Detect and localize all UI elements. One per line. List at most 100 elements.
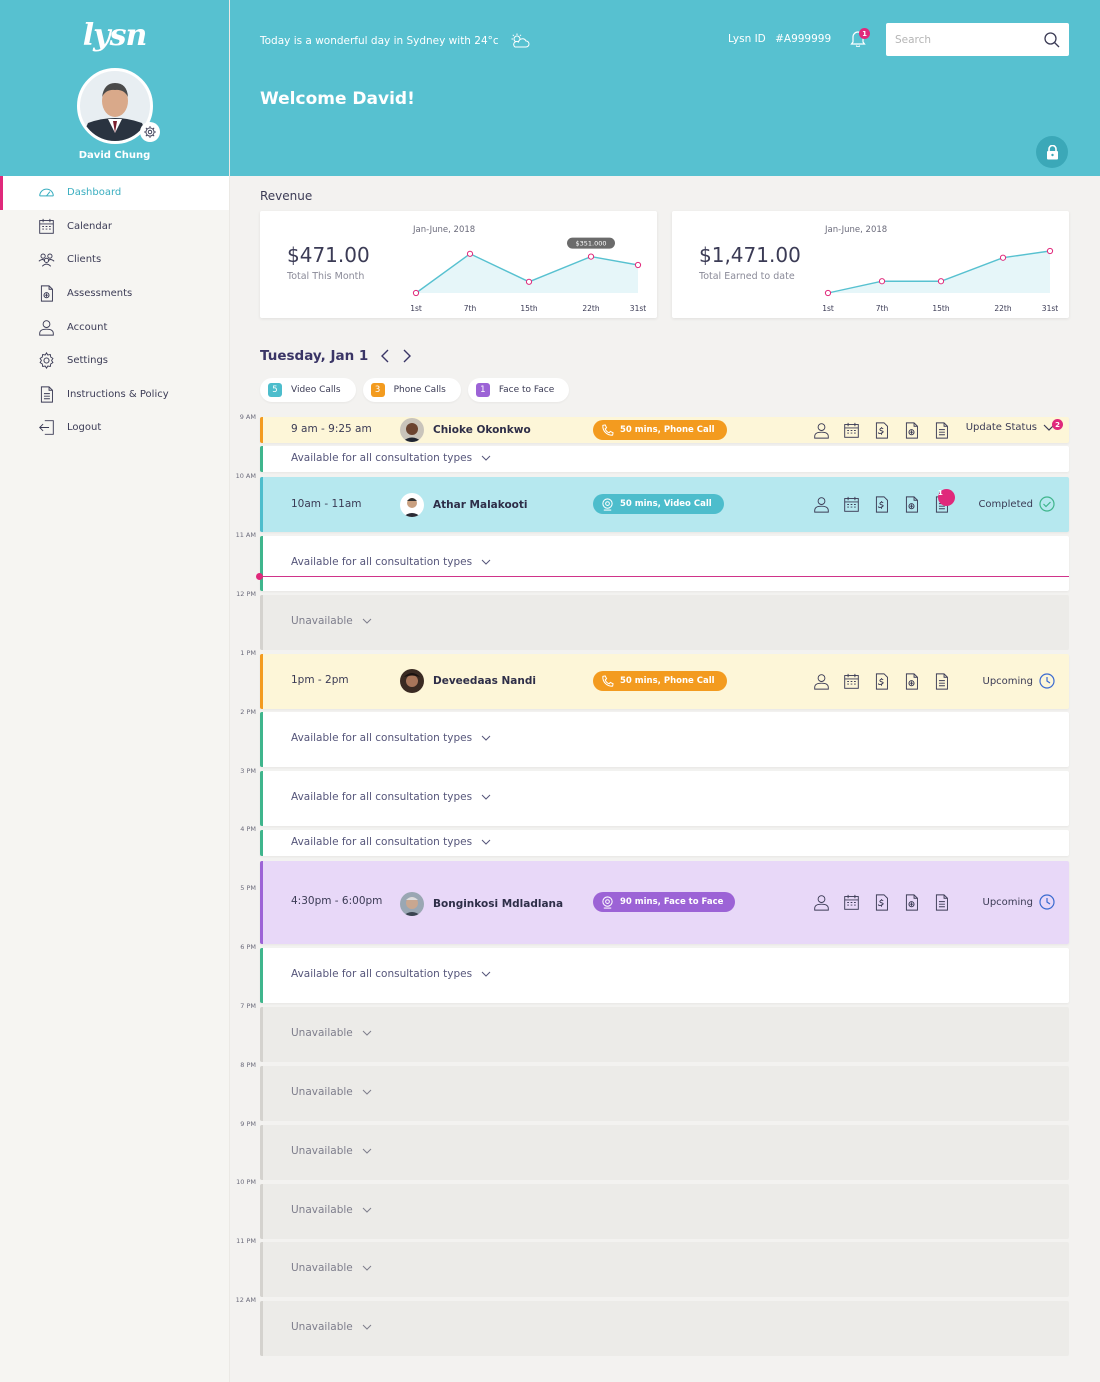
chart-period: Jan-June, 2018 <box>825 225 888 235</box>
chart-point <box>878 278 886 285</box>
hour-label: 11 AM <box>235 531 256 539</box>
calendar-icon <box>39 218 54 234</box>
sidebar-item-account[interactable]: Account <box>0 310 229 344</box>
client-avatar <box>400 493 424 517</box>
sidebar-item-clients[interactable]: Clients <box>0 243 229 277</box>
search-input[interactable] <box>886 23 1069 56</box>
hour-label: 10 PM <box>236 1178 256 1186</box>
client-profile-icon[interactable] <box>813 673 830 690</box>
chevron-down-icon <box>362 1265 372 1271</box>
lysn-id-label: Lysn ID <box>728 33 766 45</box>
appointment-row[interactable]: 1pm - 2pm Deveedaas Nandi 50 mins, Phone… <box>260 654 1069 709</box>
sidebar-item-logout[interactable]: Logout <box>0 411 229 445</box>
invoice-icon[interactable] <box>873 422 890 439</box>
filter-face-to-face[interactable]: 1 Face to Face <box>467 378 570 402</box>
notes-icon[interactable] <box>933 422 950 439</box>
appointment-time: 10am - 11am <box>291 498 362 510</box>
users-icon <box>38 253 55 268</box>
document-icon <box>40 386 53 403</box>
sidebar-item-calendar[interactable]: Calendar <box>0 210 229 244</box>
weather-message: Today is a wonderful day in Sydney with … <box>260 33 531 49</box>
slot-label: Unavailable <box>291 1086 372 1098</box>
client-profile-icon[interactable] <box>813 496 830 513</box>
filter-count: 5 <box>268 383 282 397</box>
available-slot[interactable]: Available for all consultation types <box>260 446 1069 472</box>
logout-icon <box>39 420 54 436</box>
filter-count: 1 <box>475 383 490 397</box>
unavailable-slot[interactable]: Unavailable <box>260 1184 1069 1239</box>
gear-icon <box>144 126 156 138</box>
chevron-right-icon[interactable] <box>402 349 412 363</box>
calendar-icon[interactable] <box>843 496 860 513</box>
search-icon[interactable] <box>1044 32 1060 48</box>
sidebar-item-label: Logout <box>67 422 102 434</box>
invoice-icon[interactable] <box>873 496 890 513</box>
chart-point <box>999 254 1007 261</box>
assessment-icon[interactable] <box>903 894 920 911</box>
invoice-icon[interactable] <box>873 673 890 690</box>
chart-period: Jan-June, 2018 <box>413 225 476 235</box>
client-name: Deveedaas Nandi <box>433 675 536 687</box>
update-status-dropdown[interactable]: Update Status 2 <box>966 419 1063 433</box>
available-slot[interactable]: Available for all consultation types <box>260 536 1069 591</box>
chevron-down-icon <box>481 455 491 461</box>
filter-video-calls[interactable]: 5 Video Calls <box>260 378 356 402</box>
calendar-icon[interactable] <box>843 894 860 911</box>
chart-point <box>1046 247 1054 255</box>
filter-phone-calls[interactable]: 3 Phone Calls <box>362 378 461 402</box>
invoice-icon[interactable] <box>873 894 890 911</box>
appointment-client[interactable]: Bonginkosi Mdladlana <box>400 892 563 916</box>
appointment-client[interactable]: Deveedaas Nandi <box>400 669 536 693</box>
filter-label: Face to Face <box>498 385 555 395</box>
available-slot[interactable]: Available for all consultation types <box>260 771 1069 826</box>
notes-icon[interactable] <box>933 894 950 911</box>
profile-settings-button[interactable] <box>140 122 160 142</box>
appointment-client[interactable]: Athar Malakooti <box>400 493 528 517</box>
notifications-button[interactable]: 1 <box>850 28 870 48</box>
unavailable-slot[interactable]: Unavailable <box>260 1066 1069 1121</box>
unavailable-slot[interactable]: Unavailable <box>260 1242 1069 1297</box>
appointment-client[interactable]: Chioke Okonkwo <box>400 418 531 442</box>
available-slot[interactable]: Available for all consultation types <box>260 830 1069 856</box>
unavailable-slot[interactable]: Unavailable <box>260 1301 1069 1356</box>
appointment-actions <box>813 894 950 911</box>
appointment-row[interactable]: 10am - 11am Athar Malakooti 50 mins, Vid… <box>260 477 1069 532</box>
lock-button[interactable] <box>1036 136 1068 168</box>
hour-label: 3 PM <box>240 767 256 775</box>
unavailable-slot[interactable]: Unavailable <box>260 595 1069 650</box>
current-time-line <box>260 576 1069 577</box>
appointment-row[interactable]: 4:30pm - 6:00pm Bonginkosi Mdladlana 90 … <box>260 861 1069 944</box>
clock-icon <box>1039 894 1055 910</box>
hour-label: 9 PM <box>240 1120 256 1128</box>
available-slot[interactable]: Available for all consultation types <box>260 712 1069 767</box>
calendar-icon[interactable] <box>843 422 860 439</box>
sidebar-item-assessments[interactable]: Assessments <box>0 277 229 311</box>
assessment-icon[interactable] <box>903 673 920 690</box>
weather-text: Today is a wonderful day in Sydney with … <box>260 35 499 47</box>
notes-icon[interactable] <box>933 673 950 690</box>
sidebar-item-dashboard[interactable]: Dashboard <box>0 176 229 210</box>
schedule-date: Tuesday, Jan 1 <box>260 348 369 364</box>
status-indicator: Upcoming <box>983 673 1056 689</box>
client-profile-icon[interactable] <box>813 894 830 911</box>
assessment-icon[interactable] <box>903 422 920 439</box>
current-time-marker <box>256 573 263 580</box>
slot-label: Unavailable <box>291 1262 372 1274</box>
sidebar-item-settings[interactable]: Settings <box>0 344 229 378</box>
calendar-icon[interactable] <box>843 673 860 690</box>
partly-cloudy-icon <box>511 33 530 48</box>
unavailable-slot[interactable]: Unavailable <box>260 1125 1069 1180</box>
revenue-total-card: $1,471.00 Total Earned to date Jan-June,… <box>672 211 1069 318</box>
sidebar-item-instructions-policy[interactable]: Instructions & Policy <box>0 378 229 412</box>
lysn-logo[interactable]: lysn <box>0 18 229 53</box>
client-profile-icon[interactable] <box>813 422 830 439</box>
chevron-left-icon[interactable] <box>380 349 390 363</box>
unavailable-slot[interactable]: Unavailable <box>260 1007 1069 1062</box>
chart-tick-label: 7th <box>464 304 477 313</box>
slot-text: Unavailable <box>291 1145 353 1157</box>
assessment-icon[interactable] <box>903 496 920 513</box>
status-indicator: Upcoming <box>983 894 1056 910</box>
available-slot[interactable]: Available for all consultation types <box>260 948 1069 1003</box>
notes-icon[interactable]: 1 <box>933 489 955 513</box>
appointment-row[interactable]: 9 am - 9:25 am Chioke Okonkwo 50 mins, P… <box>260 417 1069 443</box>
